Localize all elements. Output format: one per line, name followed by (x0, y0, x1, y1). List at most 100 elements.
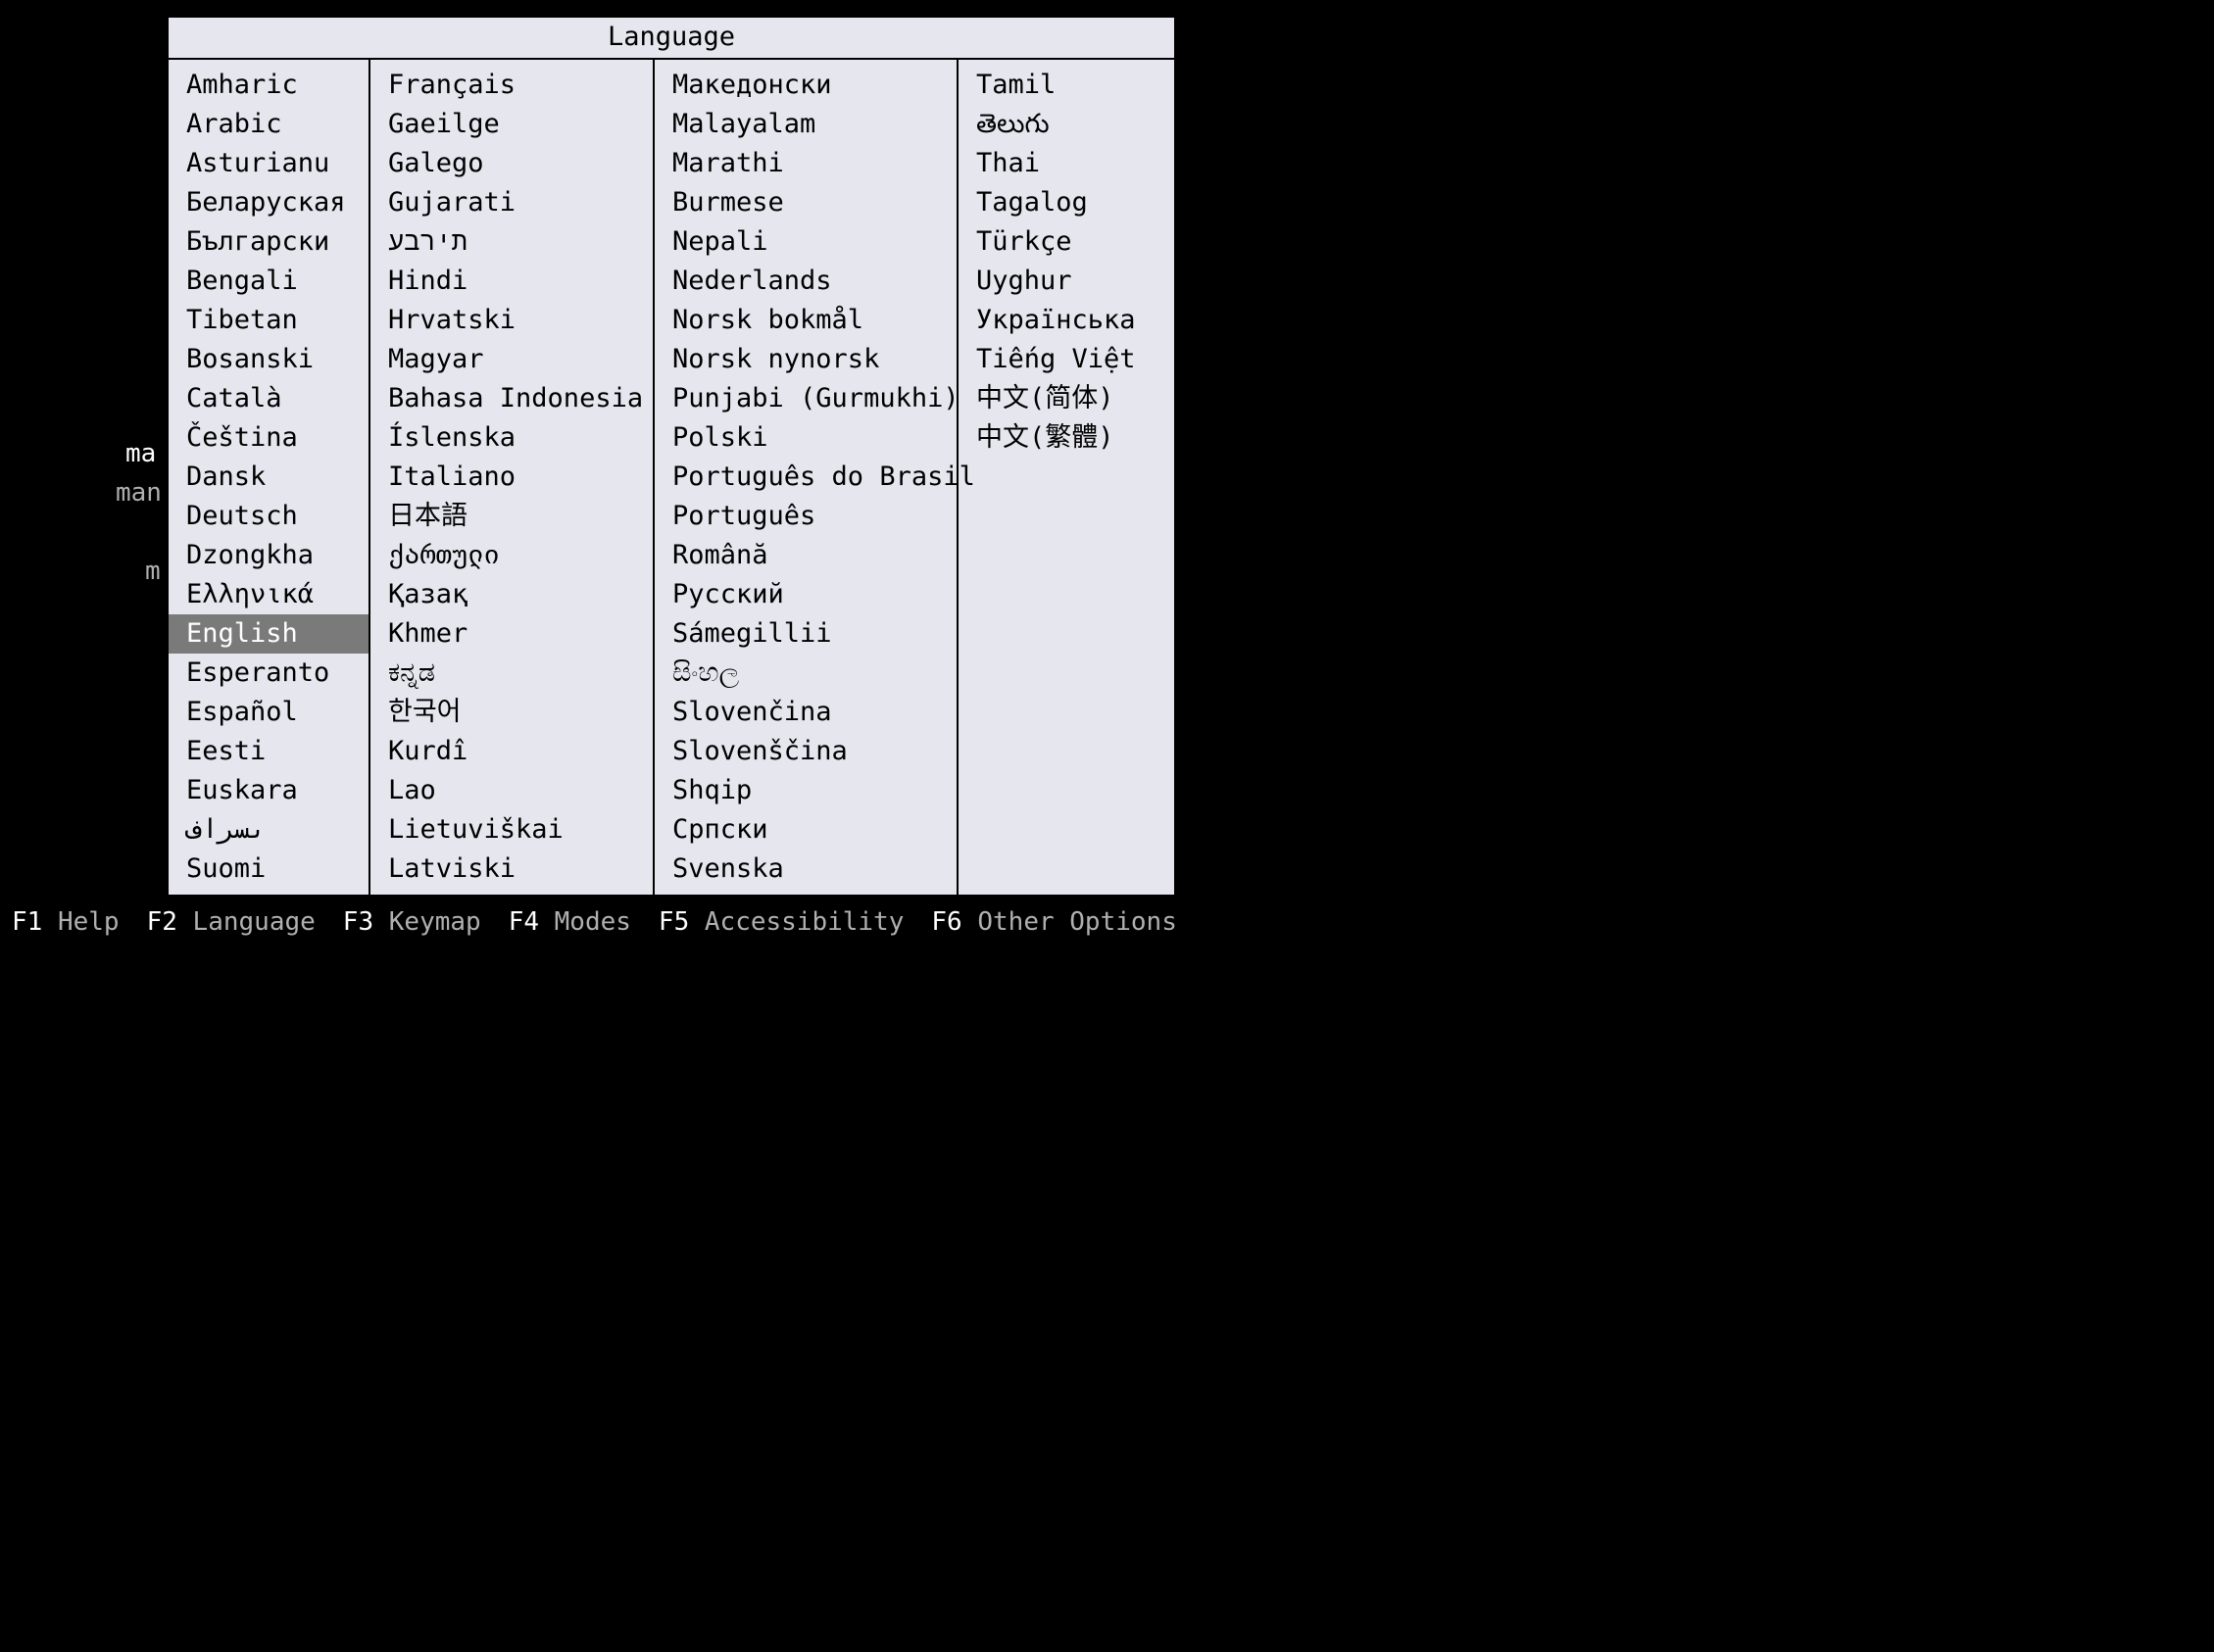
language-option[interactable]: Tibetan (169, 301, 369, 340)
language-option[interactable]: 한국어 (370, 693, 653, 732)
language-dialog: Language AmharicArabicAsturianuБеларуска… (167, 16, 1176, 897)
fkey-label: Modes (539, 907, 631, 937)
language-option[interactable]: Norsk bokmål (655, 301, 957, 340)
language-option[interactable]: Türkçe (959, 222, 1172, 262)
fkey-key: F5 (659, 907, 689, 937)
language-option[interactable]: Latviski (370, 850, 653, 889)
language-option[interactable]: Nepali (655, 222, 957, 262)
language-option[interactable]: Español (169, 693, 369, 732)
fkey-label: Accessibility (689, 907, 904, 937)
language-option[interactable]: Amharic (169, 66, 369, 105)
language-option[interactable]: Lao (370, 771, 653, 810)
language-option[interactable]: Hrvatski (370, 301, 653, 340)
language-option[interactable]: Tiếng Việt (959, 340, 1172, 379)
language-option[interactable]: Galego (370, 144, 653, 183)
language-option[interactable]: Українська (959, 301, 1172, 340)
fkey-key: F1 (12, 907, 42, 937)
language-columns: AmharicArabicAsturianuБеларускаяБългарск… (169, 60, 1174, 895)
language-option[interactable]: Norsk nynorsk (655, 340, 957, 379)
language-option[interactable]: Ελληνικά (169, 575, 369, 614)
language-option[interactable]: Македонски (655, 66, 957, 105)
language-option[interactable]: Català (169, 379, 369, 418)
language-option[interactable]: Беларуская (169, 183, 369, 222)
fkey-f2[interactable]: F2 Language (147, 907, 316, 937)
language-option[interactable]: Русский (655, 575, 957, 614)
language-option[interactable]: ಕನ್ನಡ (370, 654, 653, 693)
language-option[interactable]: Hindi (370, 262, 653, 301)
language-option[interactable]: ىسراف (169, 810, 369, 850)
language-option[interactable]: Čeština (169, 418, 369, 458)
language-option[interactable]: Slovenčina (655, 693, 957, 732)
language-option[interactable]: Bahasa Indonesia (370, 379, 653, 418)
fkey-f6[interactable]: F6 Other Options (931, 907, 1176, 937)
fkey-label: Keymap (373, 907, 481, 937)
language-option[interactable]: English (169, 614, 369, 654)
language-option[interactable]: Burmese (655, 183, 957, 222)
language-option[interactable]: Română (655, 536, 957, 575)
dialog-title: Language (169, 18, 1174, 60)
language-option[interactable]: Esperanto (169, 654, 369, 693)
fkey-f3[interactable]: F3 Keymap (343, 907, 481, 937)
language-option[interactable]: Kurdî (370, 732, 653, 771)
language-option[interactable]: Tamil (959, 66, 1172, 105)
language-option[interactable]: Gujarati (370, 183, 653, 222)
language-option[interactable]: Lietuviškai (370, 810, 653, 850)
language-option[interactable]: Thai (959, 144, 1172, 183)
language-option[interactable]: Sámegillii (655, 614, 957, 654)
language-option[interactable]: Uyghur (959, 262, 1172, 301)
language-option[interactable]: Français (370, 66, 653, 105)
bg-text: man (116, 478, 162, 508)
language-option[interactable]: Eesti (169, 732, 369, 771)
language-option[interactable]: Deutsch (169, 497, 369, 536)
language-option[interactable]: Български (169, 222, 369, 262)
bg-text: m (145, 557, 161, 586)
language-option[interactable]: Қазақ (370, 575, 653, 614)
fkey-f5[interactable]: F5 Accessibility (659, 907, 904, 937)
language-column: МакедонскиMalayalamMarathiBurmeseNepaliN… (655, 60, 959, 895)
fkey-label: Language (177, 907, 316, 937)
language-option[interactable]: 中文(繁體) (959, 418, 1172, 458)
language-option[interactable]: Slovenščina (655, 732, 957, 771)
language-option[interactable]: Bengali (169, 262, 369, 301)
bg-text: ma (125, 439, 156, 468)
language-option[interactable]: Italiano (370, 458, 653, 497)
fkey-bar: F1 Help F2 Language F3 Keymap F4 Modes F5 Ac… (12, 907, 1258, 937)
language-option[interactable]: తెలుగు (959, 105, 1172, 144)
language-option[interactable]: 日本語 (370, 497, 653, 536)
language-option[interactable]: Gaeilge (370, 105, 653, 144)
fkey-f4[interactable]: F4 Modes (509, 907, 631, 937)
fkey-f1[interactable]: F1 Help (12, 907, 120, 937)
language-option[interactable]: Svenska (655, 850, 957, 889)
language-option[interactable]: Khmer (370, 614, 653, 654)
language-option[interactable]: תירבע (370, 222, 653, 262)
language-option[interactable]: ქართული (370, 536, 653, 575)
language-option[interactable]: Português do Brasil (655, 458, 957, 497)
language-option[interactable]: Malayalam (655, 105, 957, 144)
fkey-label: Other Options (962, 907, 1177, 937)
fkey-key: F4 (509, 907, 539, 937)
language-option[interactable]: Tagalog (959, 183, 1172, 222)
language-option[interactable]: Suomi (169, 850, 369, 889)
language-option[interactable]: Српски (655, 810, 957, 850)
language-option[interactable]: Euskara (169, 771, 369, 810)
language-option[interactable]: Nederlands (655, 262, 957, 301)
language-option[interactable]: සිංහල (655, 654, 957, 693)
language-option[interactable]: Dansk (169, 458, 369, 497)
fkey-key: F6 (931, 907, 961, 937)
language-column: TamilతెలుగుThaiTagalogTürkçeUyghurУкраїн… (959, 60, 1172, 895)
language-option[interactable]: Íslenska (370, 418, 653, 458)
language-option[interactable]: Arabic (169, 105, 369, 144)
language-option[interactable]: Dzongkha (169, 536, 369, 575)
language-option[interactable]: Shqip (655, 771, 957, 810)
language-option[interactable]: Polski (655, 418, 957, 458)
language-option[interactable]: 中文(简体) (959, 379, 1172, 418)
fkey-label: Help (42, 907, 119, 937)
fkey-key: F2 (147, 907, 177, 937)
language-option[interactable]: Português (655, 497, 957, 536)
language-option[interactable]: Punjabi (Gurmukhi) (655, 379, 957, 418)
language-option[interactable]: Magyar (370, 340, 653, 379)
language-option[interactable]: Asturianu (169, 144, 369, 183)
language-option[interactable]: Bosanski (169, 340, 369, 379)
fkey-key: F3 (343, 907, 373, 937)
language-option[interactable]: Marathi (655, 144, 957, 183)
